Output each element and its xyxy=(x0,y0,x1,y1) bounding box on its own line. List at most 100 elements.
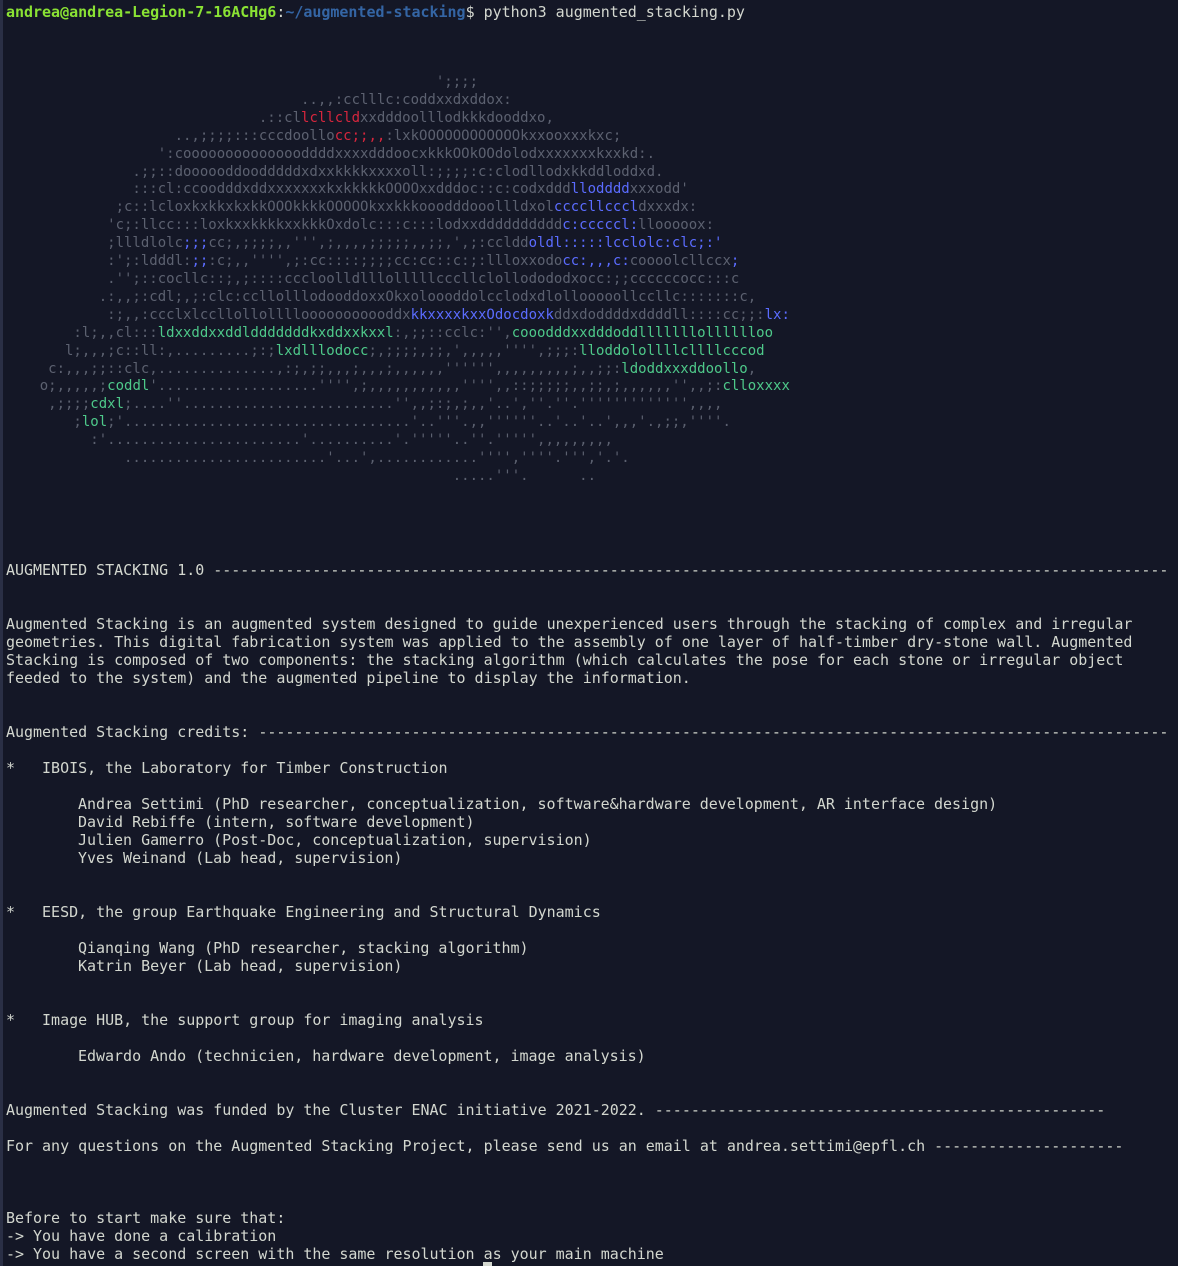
command-text: python3 augmented_stacking.py xyxy=(483,3,745,21)
prompt-symbol: $ xyxy=(465,3,484,21)
ascii-art-segment: ........................'...',..........… xyxy=(6,450,630,467)
ascii-art-segment: lxdlllodocc xyxy=(275,342,369,359)
ascii-art-segment: :lxkOOOOOOOOOOOOkxxooxxxkxc; xyxy=(385,127,622,144)
ascii-art-segment: cooodddxxdddoddlllllllolllllloo xyxy=(511,324,774,341)
ascii-art-segment: :l;,,cl::: xyxy=(6,324,158,341)
ascii-art-row: :l;,,cl:::ldxxddxxddldddddddkxddxxkxxl:,… xyxy=(6,325,790,343)
ascii-art-segment: ;;; xyxy=(183,235,209,252)
ascii-art-segment: Okxoloooddolccl xyxy=(385,288,512,305)
ascii-art-segment: :c;,,'''',;:cc::::;;;;cc:cc::c:;:llloxxo… xyxy=(208,253,563,270)
ascii-art-segment: lx: xyxy=(764,306,790,323)
ascii-art-segment: xxdddoolllodkkkdooddxo, xyxy=(360,109,554,126)
ascii-art-row: ':cooooooooooooooddddxxxxdddoocxkkkOOkOO… xyxy=(6,146,790,164)
ascii-art-segment: :'.......................'..........'.''… xyxy=(6,432,613,449)
ascii-art-segment: :::cl:ccoodddxddxxxxxxxkxkkkkkOOOOxxdddo… xyxy=(6,181,571,198)
ascii-art-segment: ;c::lcloxkxkkxkxkkOOOkkkkOOOOOkxxkkkoood… xyxy=(6,199,512,216)
ascii-art-row: ..,,:cclllc:coddxxdxddox: xyxy=(6,92,790,110)
description-line: Stacking is composed of two components: … xyxy=(6,651,1124,669)
ascii-art-segment: ;'..................................'..'… xyxy=(107,414,731,431)
ascii-art-segment: coooolcllccx xyxy=(629,253,731,270)
ascii-art-row: ;llldlolc;;;cc;,;;;;,,''',;,,,,;;;;;,,;;… xyxy=(6,235,790,253)
ascii-art-row: ,;;;;cdxl;....''........................… xyxy=(6,396,790,414)
ascii-art-segment: ;....''.........................'',,;:;,… xyxy=(124,396,723,413)
contact-rule: --------------------- xyxy=(934,1137,1124,1155)
ascii-art-segment: kkxxxxkxxOdocdoxk xyxy=(410,306,554,323)
ascii-art-segment: o;,,,,,; xyxy=(6,378,108,395)
prompt-separator: : xyxy=(276,3,286,21)
ascii-art-segment: ccccllcccl xyxy=(553,199,639,216)
description-line: geometries. This digital fabrication sys… xyxy=(6,633,1133,651)
prompt-user-host: andrea@andrea-Legion-7-16ACHg6 xyxy=(6,3,277,21)
ascii-art-segment: cc;,;;;;,,''',;,,,,;;;;;,,;;,',;:ccldd xyxy=(208,235,529,252)
credits-rule: ----------------------------------------… xyxy=(258,723,1169,741)
ascii-art-segment: .....'''. .. xyxy=(6,467,597,484)
ascii-art-segment: ':cooooooooooooooddddxxxxdddoocxkkkOOkOO… xyxy=(6,145,656,162)
ascii-art-segment: :;,,:ccclxlccllollollllooooooooooddx xyxy=(6,306,411,323)
banner-title-line: AUGMENTED STACKING 1.0 -----------------… xyxy=(6,561,1168,579)
ascii-art-segment: ;llldlolc xyxy=(6,235,184,252)
group-bullet-image-hub: * Image HUB, the support group for imagi… xyxy=(6,1011,484,1029)
ascii-art-segment: ;; xyxy=(191,253,209,270)
ascii-art-segment: xxxodd' xyxy=(629,181,689,198)
ascii-art-segment: oldl:::::lcclolc:clc;:' xyxy=(528,235,723,252)
ascii-art-segment: ; xyxy=(6,414,82,431)
ascii-art-row: c:,,,;;::clc,..............,:;,;;,,,;,,,… xyxy=(6,361,790,379)
funding-rule: ----------------------------------------… xyxy=(654,1101,1106,1119)
ascii-art-segment: ..,,:cclllc:coddxxdxddox: xyxy=(6,91,512,108)
ascii-art-segment: l;,,,;c::ll:,.........;:; xyxy=(6,342,276,359)
ascii-art-segment: ddxdoddddxddddll::::cc;;: xyxy=(553,306,765,323)
prompt-path: ~/augmented-stacking xyxy=(285,3,466,21)
ascii-art-row: .'';::cocllc::;,;::::cccloolldlllolllllc… xyxy=(6,271,790,289)
ascii-art-segment: , xyxy=(747,360,757,377)
ascii-art-segment: cc;;,, xyxy=(334,127,386,144)
ascii-art-segment: .:,,;:cdl;,;:clc:cc xyxy=(6,288,259,305)
funding-line: Augmented Stacking was funded by the Clu… xyxy=(6,1101,1105,1119)
ascii-art-segment: llodddd xyxy=(570,181,630,198)
ascii-art-segment: clloxxxx xyxy=(722,378,790,395)
ascii-art-row: ';;;; xyxy=(6,74,790,92)
ascii-art-row: .:,,;:cdl;,;:clc:ccllolllodooddoxxOkxolo… xyxy=(6,289,790,307)
ascii-art-row: .....'''. .. xyxy=(6,468,790,486)
ascii-art-segment: ,;;;; xyxy=(6,396,91,413)
checklist-item: -> You have done a calibration xyxy=(6,1227,277,1245)
contact-text: For any questions on the Augmented Stack… xyxy=(6,1137,935,1155)
ascii-art-segment: ; xyxy=(730,253,740,270)
description-line: Augmented Stacking is an augmented syste… xyxy=(6,615,1133,633)
ascii-art-segment: :,;;::cclc:'', xyxy=(393,324,512,341)
banner-title: AUGMENTED STACKING 1.0 xyxy=(6,561,205,579)
ascii-art-row: o;,,,,,;coddl'...................'''',;,… xyxy=(6,378,790,396)
checklist-heading: Before to start make sure that: xyxy=(6,1209,286,1227)
member-line: Katrin Beyer (Lab head, supervision) xyxy=(78,957,403,975)
ascii-art-segment: :';:ldddl: xyxy=(6,253,192,270)
ascii-art-segment: cc:,,,c: xyxy=(562,253,630,270)
ascii-art-row: :';:ldddl:;;:c;,,'''',;:cc::::;;;;cc:cc:… xyxy=(6,253,790,271)
ascii-art-segment: dlllolllllccc xyxy=(351,270,462,287)
ascii-art-row: ........................'...',..........… xyxy=(6,450,790,468)
ascii-art-segment: ..,;;;;:::cccdoollo xyxy=(6,127,335,144)
prompt-line: andrea@andrea-Legion-7-16ACHg6:~/augment… xyxy=(6,3,745,21)
ascii-art-segment: c:,,,;;::clc,..............,:;,;;,,,;,,,… xyxy=(6,360,622,377)
member-line: Qianqing Wang (PhD researcher, stacking … xyxy=(78,939,529,957)
banner-title-rule: ----------------------------------------… xyxy=(204,561,1169,579)
ascii-art-segment: lcllcld xyxy=(301,109,361,126)
ascii-art-segment: dxxxdx: xyxy=(638,199,698,216)
credits-heading-line: Augmented Stacking credits: ------------… xyxy=(6,723,1168,741)
ascii-art-segment: .::cl xyxy=(6,109,302,126)
checklist-item: -> You have a second screen with the sam… xyxy=(6,1245,664,1263)
ascii-art-segment: odxdlollooooollccllc:::::::c, xyxy=(511,288,757,305)
contact-line: For any questions on the Augmented Stack… xyxy=(6,1137,1123,1155)
ascii-art-row: ;lol;'..................................… xyxy=(6,414,790,432)
ascii-art-segment: lloddolollllcllllcccod xyxy=(579,342,765,359)
ascii-art-segment: lol xyxy=(81,414,108,431)
ascii-art-logo: ';;;; ..,,:cclllc:coddxxdxddox: .::cllcl… xyxy=(6,74,790,486)
ascii-art-segment: llolllodooddoxx xyxy=(258,288,386,305)
ascii-art-segment: dxocc:;;ccccccocc:::c xyxy=(562,270,740,287)
ascii-art-segment: ';;;; xyxy=(6,74,479,90)
ascii-art-row: .::cllcllcldxxdddoolllodkkkdooddxo, xyxy=(6,110,790,128)
ascii-art-segment: c:cccccl: xyxy=(562,217,639,234)
ascii-art-segment: coddl xyxy=(107,378,150,395)
ascii-art-segment: .;;::doooooddoodddddxdxxkkkkxxxxoll:;;;;… xyxy=(6,163,664,180)
ascii-art-segment: llclollododo xyxy=(461,270,563,287)
ascii-art-segment: ldxol xyxy=(511,199,554,216)
ascii-art-segment: cdxl xyxy=(90,396,125,413)
